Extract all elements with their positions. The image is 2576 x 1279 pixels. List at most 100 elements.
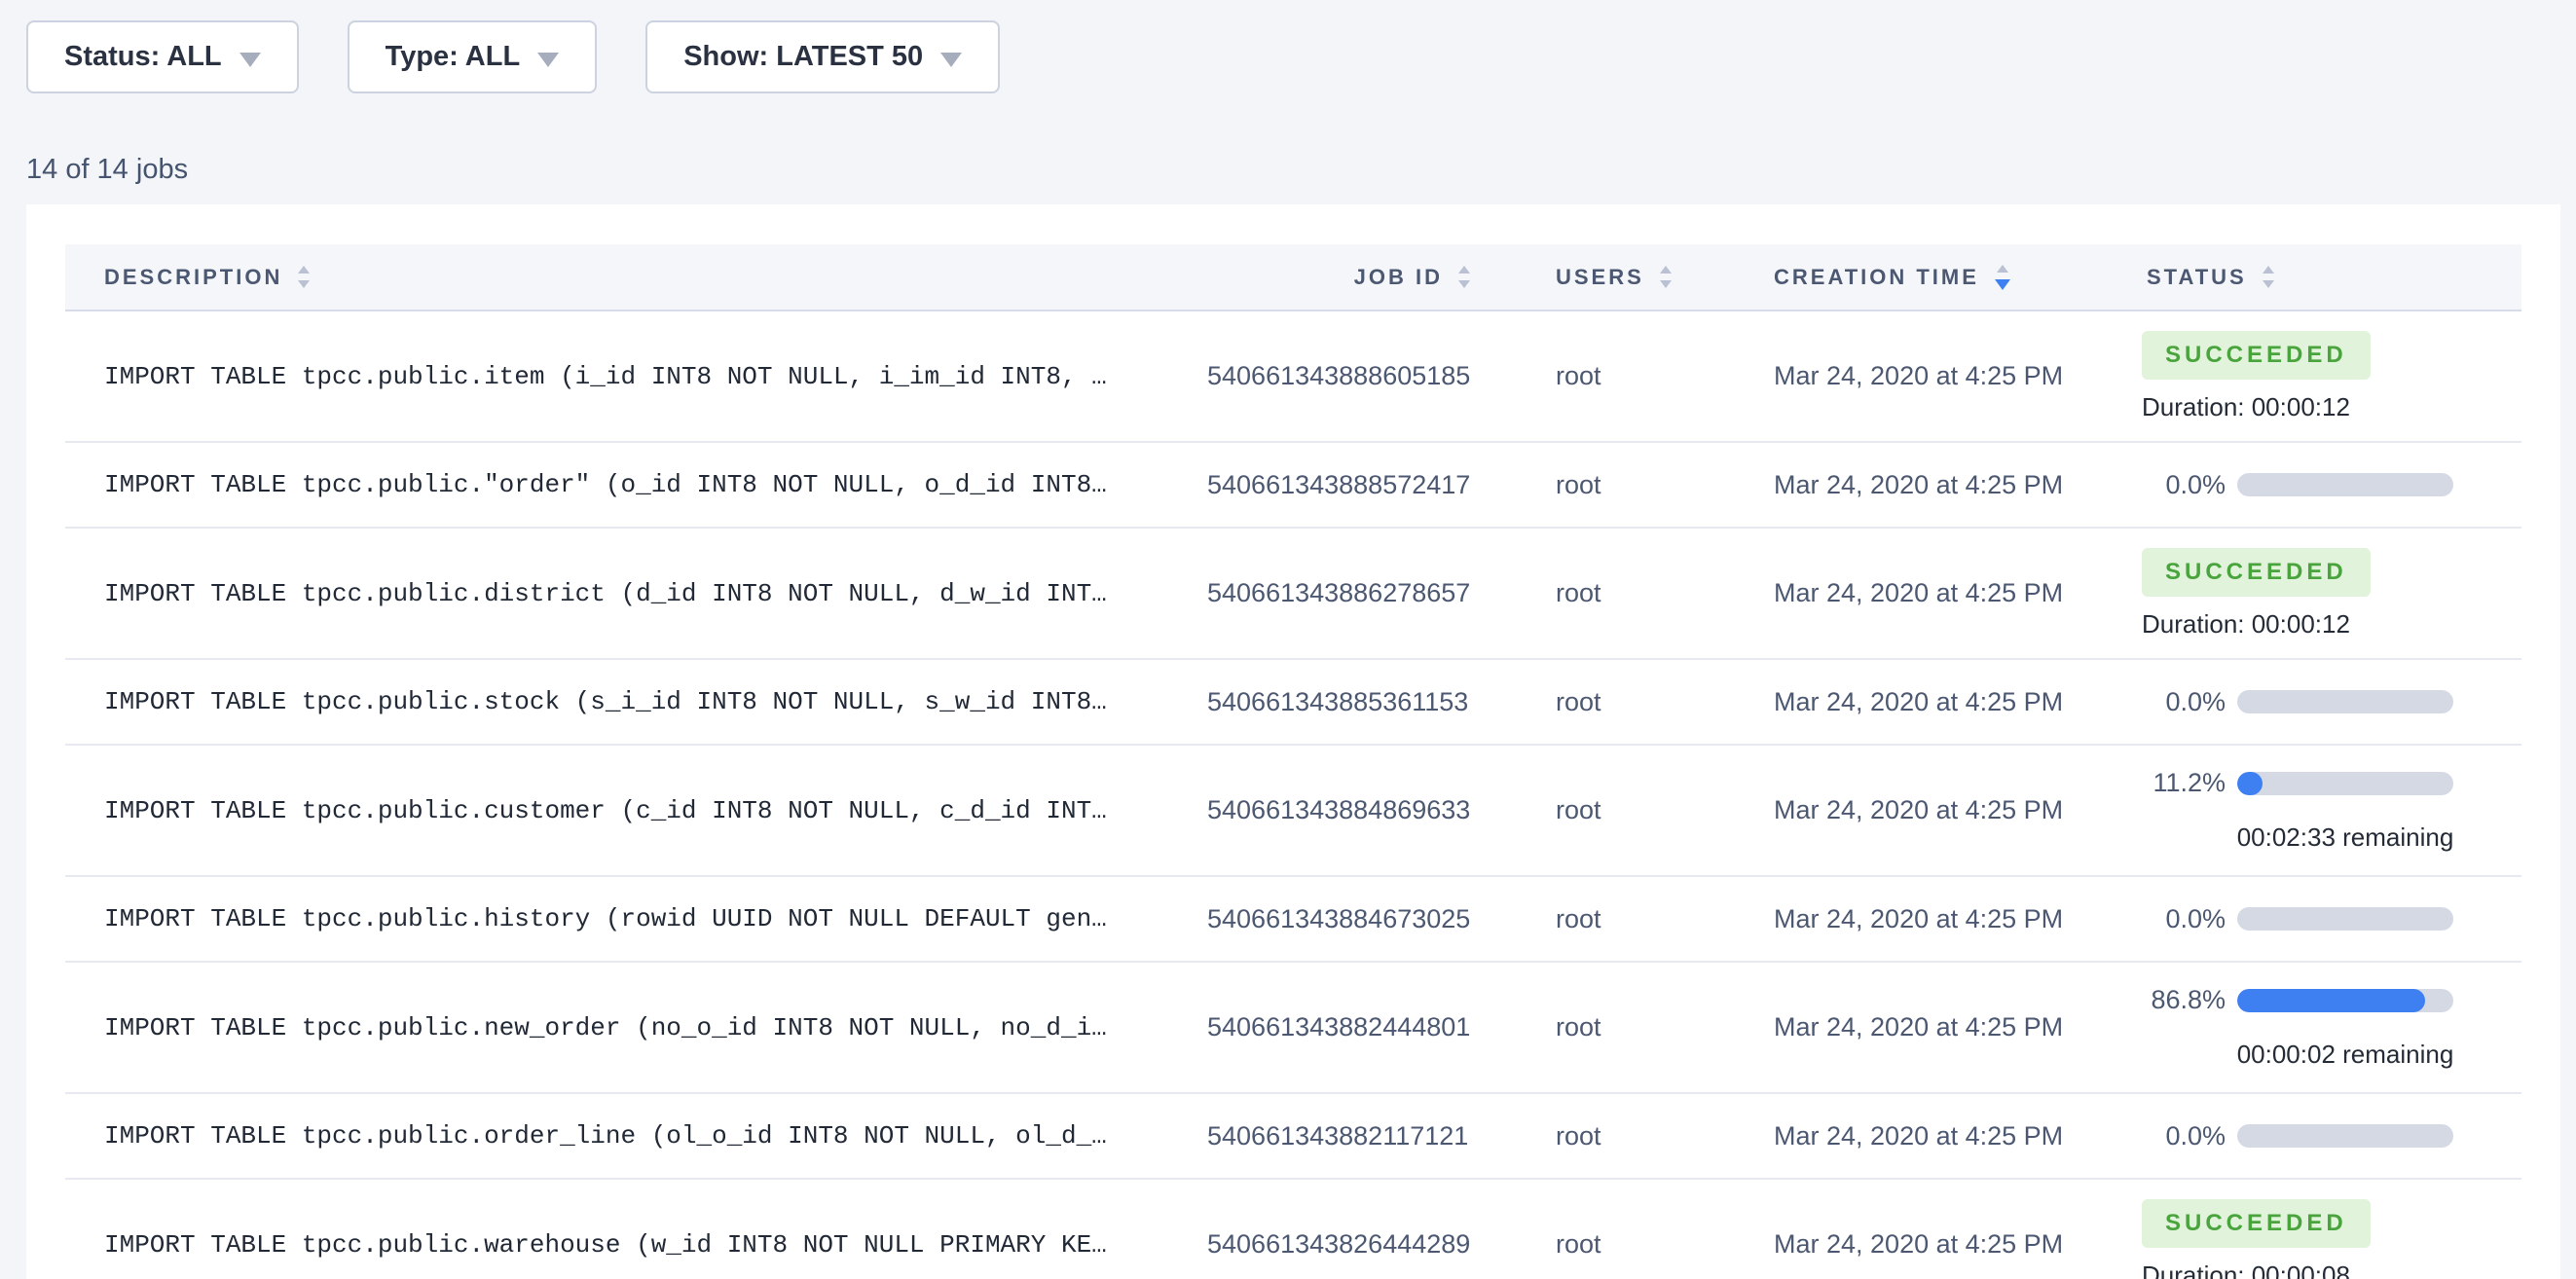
- creation-time-cell: Mar 24, 2020 at 4:25 PM: [1733, 578, 2122, 608]
- progress-percent: 11.2%: [2142, 768, 2226, 798]
- job-id-cell: 540661343886278657: [1207, 578, 1480, 608]
- show-filter-dropdown[interactable]: Show: LATEST 50: [645, 20, 1000, 93]
- table-row: IMPORT TABLE tpcc.public.history (rowid …: [65, 877, 2521, 963]
- jobs-table-card: DESCRIPTION JOB IDUSERS CREATION TIME STATU…: [26, 204, 2560, 1279]
- status-succeeded: SUCCEEDEDDuration: 00:00:12: [2142, 331, 2521, 422]
- status-cell: SUCCEEDED Duration: 00:00:12: [2122, 548, 2521, 640]
- users-cell: root: [1480, 795, 1733, 825]
- progress-bar: [2237, 989, 2453, 1012]
- progress-line: 86.8%: [2142, 985, 2521, 1015]
- type-filter-dropdown[interactable]: Type: ALL: [348, 20, 598, 93]
- chevron-down-icon: [940, 53, 962, 67]
- job-duration: Duration: 00:00:12: [2142, 609, 2521, 640]
- status-filter-dropdown[interactable]: Status: ALL: [26, 20, 299, 93]
- sort-arrows: [2263, 266, 2274, 288]
- sort-ascending-icon: [2263, 266, 2274, 274]
- status-badge: SUCCEEDED: [2142, 1199, 2371, 1248]
- filter-bar: Status: ALL Type: ALL Show: LATEST 50: [26, 20, 1000, 93]
- status-progress: 0.0%: [2142, 1121, 2521, 1151]
- table-row: IMPORT TABLE tpcc.public.new_order (no_o…: [65, 963, 2521, 1094]
- creation-time-cell: Mar 24, 2020 at 4:25 PM: [1733, 1229, 2122, 1260]
- sort-descending-icon: [1660, 280, 1672, 288]
- column-header-users[interactable]: USERS: [1480, 265, 1733, 290]
- job-description-cell: IMPORT TABLE tpcc.public.stock (s_i_id I…: [65, 687, 1207, 716]
- status-cell: SUCCEEDEDDuration: 00:00:08: [2122, 1199, 2521, 1279]
- table-row: IMPORT TABLE tpcc.public.district (d_id …: [65, 529, 2521, 660]
- time-remaining: 00:00:02 remaining: [2237, 1040, 2453, 1070]
- sort-descending-icon: [1995, 279, 2010, 290]
- users-cell: root: [1480, 1121, 1733, 1151]
- creation-time-cell: Mar 24, 2020 at 4:25 PM: [1733, 687, 2122, 717]
- sort-ascending-icon: [1997, 265, 2008, 273]
- column-header-description[interactable]: DESCRIPTION: [65, 265, 1207, 290]
- jobs-table: DESCRIPTION JOB IDUSERS CREATION TIME STATU…: [65, 244, 2521, 1279]
- creation-time-cell: Mar 24, 2020 at 4:25 PM: [1733, 1121, 2122, 1151]
- status-succeeded: SUCCEEDED Duration: 00:00:12: [2142, 548, 2521, 640]
- column-header-job-id[interactable]: JOB ID: [1207, 265, 1480, 290]
- sort-ascending-icon: [1458, 266, 1470, 274]
- sort-arrows: [1995, 265, 2010, 290]
- progress-line: 0.0%: [2142, 687, 2521, 717]
- users-cell: root: [1480, 1229, 1733, 1260]
- status-cell: 0.0%: [2122, 1121, 2521, 1151]
- job-id-cell: 540661343826444289: [1207, 1229, 1480, 1260]
- time-remaining: 00:02:33 remaining: [2237, 822, 2453, 853]
- job-description-cell: IMPORT TABLE tpcc.public."order" (o_id I…: [65, 470, 1207, 499]
- job-id-cell: 540661343888572417: [1207, 470, 1480, 500]
- users-cell: root: [1480, 904, 1733, 934]
- filter-label: Status: ALL: [64, 41, 222, 73]
- users-cell: root: [1480, 578, 1733, 608]
- sort-ascending-icon: [1660, 266, 1672, 274]
- column-header-creation-time[interactable]: CREATION TIME: [1733, 265, 2122, 290]
- job-description-cell: IMPORT TABLE tpcc.public.history (rowid …: [65, 904, 1207, 933]
- progress-bar-fill: [2237, 989, 2425, 1012]
- table-row: IMPORT TABLE tpcc.public.order_line (ol_…: [65, 1094, 2521, 1180]
- column-header-label: CREATION TIME: [1774, 265, 1979, 290]
- status-cell: 0.0%: [2122, 687, 2521, 717]
- sort-descending-icon: [298, 280, 310, 288]
- filter-label: Show: LATEST 50: [683, 41, 923, 73]
- status-cell: 11.2% 00:02:33 remaining: [2122, 768, 2521, 853]
- progress-line: 11.2%: [2142, 768, 2521, 798]
- creation-time-cell: Mar 24, 2020 at 4:25 PM: [1733, 1012, 2122, 1042]
- chevron-down-icon: [239, 53, 261, 67]
- job-id-cell: 540661343884673025: [1207, 904, 1480, 934]
- chevron-down-icon: [537, 53, 559, 67]
- creation-time-cell: Mar 24, 2020 at 4:25 PM: [1733, 904, 2122, 934]
- job-id-cell: 540661343888605185: [1207, 361, 1480, 391]
- progress-line: 0.0%: [2142, 1121, 2521, 1151]
- column-header-label: STATUS: [2147, 265, 2247, 290]
- status-progress: 0.0%: [2142, 470, 2521, 500]
- creation-time-cell: Mar 24, 2020 at 4:25 PM: [1733, 795, 2122, 825]
- status-cell: 0.0%: [2122, 470, 2521, 500]
- job-description-cell: IMPORT TABLE tpcc.public.item (i_id INT8…: [65, 362, 1207, 391]
- progress-bar: [2237, 473, 2453, 496]
- status-cell: SUCCEEDEDDuration: 00:00:12: [2122, 331, 2521, 422]
- users-cell: root: [1480, 687, 1733, 717]
- status-badge: SUCCEEDED: [2142, 548, 2371, 597]
- progress-percent: 86.8%: [2142, 985, 2226, 1015]
- table-header-row: DESCRIPTION JOB IDUSERS CREATION TIME STATU…: [65, 244, 2521, 311]
- sort-descending-icon: [2263, 280, 2274, 288]
- progress-line: 0.0%: [2142, 904, 2521, 934]
- status-progress: 0.0%: [2142, 687, 2521, 717]
- progress-bar: [2237, 1124, 2453, 1148]
- column-header-status[interactable]: STATUS: [2122, 265, 2521, 290]
- progress-percent: 0.0%: [2142, 904, 2226, 934]
- job-duration: Duration: 00:00:12: [2142, 392, 2521, 422]
- progress-bar: [2237, 907, 2453, 931]
- progress-percent: 0.0%: [2142, 1121, 2226, 1151]
- users-cell: root: [1480, 361, 1733, 391]
- progress-bar-fill: [2237, 772, 2263, 795]
- creation-time-cell: Mar 24, 2020 at 4:25 PM: [1733, 470, 2122, 500]
- job-description-cell: IMPORT TABLE tpcc.public.customer (c_id …: [65, 796, 1207, 825]
- sort-arrows: [298, 266, 310, 288]
- table-row: IMPORT TABLE tpcc.public.stock (s_i_id I…: [65, 660, 2521, 746]
- job-id-cell: 540661343882444801: [1207, 1012, 1480, 1042]
- status-succeeded: SUCCEEDEDDuration: 00:00:08: [2142, 1199, 2521, 1279]
- table-row: IMPORT TABLE tpcc.public.customer (c_id …: [65, 746, 2521, 877]
- job-description-cell: IMPORT TABLE tpcc.public.order_line (ol_…: [65, 1121, 1207, 1151]
- progress-percent: 0.0%: [2142, 470, 2226, 500]
- job-description-cell: IMPORT TABLE tpcc.public.new_order (no_o…: [65, 1013, 1207, 1042]
- column-header-label: DESCRIPTION: [104, 265, 282, 290]
